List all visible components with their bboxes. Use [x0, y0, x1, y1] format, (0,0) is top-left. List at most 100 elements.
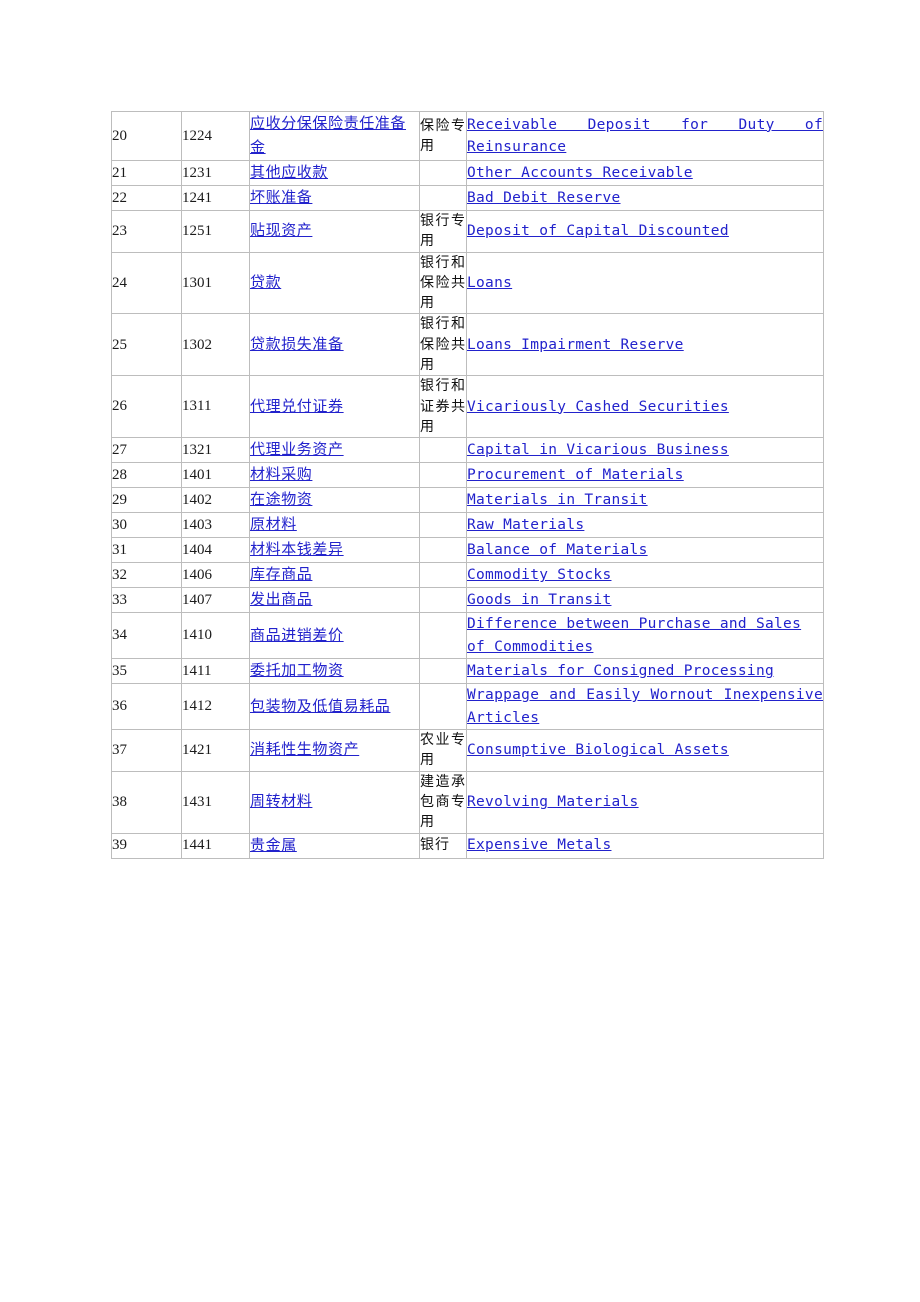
usage-note-text: 银行专用	[420, 213, 466, 250]
account-name-cn-link[interactable]: 坏账准备	[250, 188, 312, 206]
account-name-en-link[interactable]: Procurement of Materials	[467, 464, 823, 486]
account-code-cell: 1431	[181, 770, 250, 834]
row-index-cell: 22	[111, 185, 182, 211]
account-code-cell: 1410	[181, 612, 250, 660]
account-name-en-cell: Revolving Materials	[466, 770, 824, 834]
row-index-cell: 37	[111, 729, 182, 772]
account-code-cell: 1224	[181, 111, 250, 161]
account-name-cn-cell: 贵金属	[249, 832, 420, 859]
account-name-en-cell: Difference between Purchase and Sales of…	[466, 612, 824, 660]
account-code-cell: 1241	[181, 185, 250, 211]
usage-note-cell	[419, 512, 467, 539]
account-name-en-link[interactable]: Vicariously Cashed Securities	[467, 396, 823, 418]
row-index-cell: 39	[111, 832, 182, 859]
account-name-en-link[interactable]: Materials for Consigned Processing	[467, 660, 823, 682]
account-name-cn-link[interactable]: 应收分保保险责任准备金	[250, 114, 406, 156]
account-name-en-link[interactable]: Loans Impairment Reserve	[467, 334, 823, 356]
table-row: 37 1421 消耗性生物资产 农业专用 Consumptive Biological …	[111, 729, 824, 772]
usage-note-cell	[419, 562, 467, 589]
account-name-cn-link[interactable]: 材料采购	[250, 465, 312, 483]
account-name-cn-cell: 坏账准备	[249, 185, 420, 211]
account-name-cn-cell: 消耗性生物资产	[249, 729, 420, 772]
account-name-en-cell: Other Accounts Receivable	[466, 160, 824, 186]
account-code-cell: 1311	[181, 375, 250, 439]
account-name-en-link[interactable]: Receivable Deposit for Duty of Reinsuran…	[467, 114, 823, 159]
account-name-en-cell: Balance of Materials	[466, 537, 824, 564]
account-name-en-link[interactable]: Consumptive Biological Assets	[467, 739, 823, 761]
table-row: 28 1401 材料采购 Procurement of Materials	[111, 462, 824, 489]
usage-note-cell	[419, 185, 467, 211]
row-index-cell: 34	[111, 612, 182, 660]
account-name-cn-link[interactable]: 包装物及低值易耗品	[250, 697, 390, 715]
account-code-cell: 1404	[181, 537, 250, 564]
account-name-cn-link[interactable]: 贷款	[250, 273, 281, 291]
account-name-en-cell: Loans	[466, 251, 824, 315]
account-name-en-cell: Vicariously Cashed Securities	[466, 375, 824, 439]
account-name-cn-cell: 包装物及低值易耗品	[249, 683, 420, 731]
account-name-cn-link[interactable]: 周转材料	[250, 792, 312, 810]
account-name-en-link[interactable]: Capital in Vicarious Business	[467, 439, 823, 461]
account-name-cn-link[interactable]: 贵金属	[250, 836, 297, 854]
account-name-en-link[interactable]: Bad Debit Reserve	[467, 187, 823, 209]
account-name-cn-cell: 代理业务资产	[249, 437, 420, 464]
account-name-cn-link[interactable]: 其他应收款	[250, 163, 328, 181]
account-name-en-cell: Raw Materials	[466, 512, 824, 539]
row-index-cell: 38	[111, 770, 182, 834]
account-name-en-cell: Goods in Transit	[466, 587, 824, 614]
usage-note-cell	[419, 658, 467, 685]
row-index-cell: 26	[111, 375, 182, 439]
account-code-cell: 1411	[181, 658, 250, 685]
table-row: 33 1407 发出商品 Goods in Transit	[111, 587, 824, 614]
usage-note-text: 农业专用	[420, 732, 466, 769]
account-name-en-link[interactable]: Materials in Transit	[467, 489, 823, 511]
account-name-en-link[interactable]: Balance of Materials	[467, 539, 823, 561]
account-name-en-cell: Commodity Stocks	[466, 562, 824, 589]
account-name-cn-cell: 其他应收款	[249, 160, 420, 186]
account-name-en-link[interactable]: Goods in Transit	[467, 589, 823, 611]
row-index-cell: 33	[111, 587, 182, 614]
usage-note-cell	[419, 487, 467, 514]
account-name-en-link[interactable]: Difference between Purchase and Sales of…	[467, 613, 823, 658]
account-name-cn-link[interactable]: 贴现资产	[250, 221, 312, 239]
account-name-cn-link[interactable]: 库存商品	[250, 565, 312, 583]
account-name-cn-cell: 贷款	[249, 251, 420, 315]
account-name-en-link[interactable]: Loans	[467, 272, 823, 294]
account-code-cell: 1401	[181, 462, 250, 489]
account-name-cn-link[interactable]: 代理兑付证券	[250, 397, 344, 415]
usage-note-cell: 银行和证券共用	[419, 375, 467, 439]
usage-note-cell: 银行	[419, 832, 467, 859]
table-row: 25 1302 贷款损失准备 银行和保险共用 Loans Impairment Rese…	[111, 313, 824, 377]
account-name-cn-cell: 应收分保保险责任准备金	[249, 111, 420, 161]
account-name-cn-link[interactable]: 消耗性生物资产	[250, 740, 359, 758]
account-name-en-link[interactable]: Deposit of Capital Discounted	[467, 220, 823, 242]
account-name-en-link[interactable]: Raw Materials	[467, 514, 823, 536]
row-index-cell: 36	[111, 683, 182, 731]
account-name-cn-cell: 商品进销差价	[249, 612, 420, 660]
account-name-cn-link[interactable]: 商品进销差价	[250, 626, 344, 644]
account-name-en-link[interactable]: Commodity Stocks	[467, 564, 823, 586]
account-name-en-link[interactable]: Revolving Materials	[467, 791, 823, 813]
row-index-cell: 23	[111, 210, 182, 253]
account-name-cn-link[interactable]: 发出商品	[250, 590, 312, 608]
table-row: 39 1441 贵金属 银行 Expensive Metals	[111, 832, 824, 859]
account-name-en-link[interactable]: Other Accounts Receivable	[467, 162, 823, 184]
table-body: 20 1224 应收分保保险责任准备金 保险专用 Receivable Deposit …	[111, 111, 824, 859]
account-name-en-cell: Bad Debit Reserve	[466, 185, 824, 211]
account-name-cn-link[interactable]: 在途物资	[250, 490, 312, 508]
account-name-cn-cell: 贷款损失准备	[249, 313, 420, 377]
account-name-cn-link[interactable]: 贷款损失准备	[250, 335, 344, 353]
account-name-en-cell: Procurement of Materials	[466, 462, 824, 489]
account-code-cell: 1402	[181, 487, 250, 514]
table-row: 34 1410 商品进销差价 Difference between Purchase …	[111, 612, 824, 660]
account-name-cn-link[interactable]: 原材料	[250, 515, 297, 533]
row-index-cell: 25	[111, 313, 182, 377]
account-name-cn-link[interactable]: 材料本钱差异	[250, 540, 344, 558]
account-name-cn-link[interactable]: 委托加工物资	[250, 661, 344, 679]
usage-note-cell: 银行和保险共用	[419, 251, 467, 315]
account-name-cn-link[interactable]: 代理业务资产	[250, 440, 344, 458]
account-name-en-link[interactable]: Expensive Metals	[467, 834, 823, 856]
row-index-cell: 21	[111, 160, 182, 186]
usage-note-text: 银行	[420, 837, 450, 854]
account-name-en-link[interactable]: Wrappage and Easily Wornout Inexpensive …	[467, 684, 823, 729]
usage-note-cell: 银行和保险共用	[419, 313, 467, 377]
